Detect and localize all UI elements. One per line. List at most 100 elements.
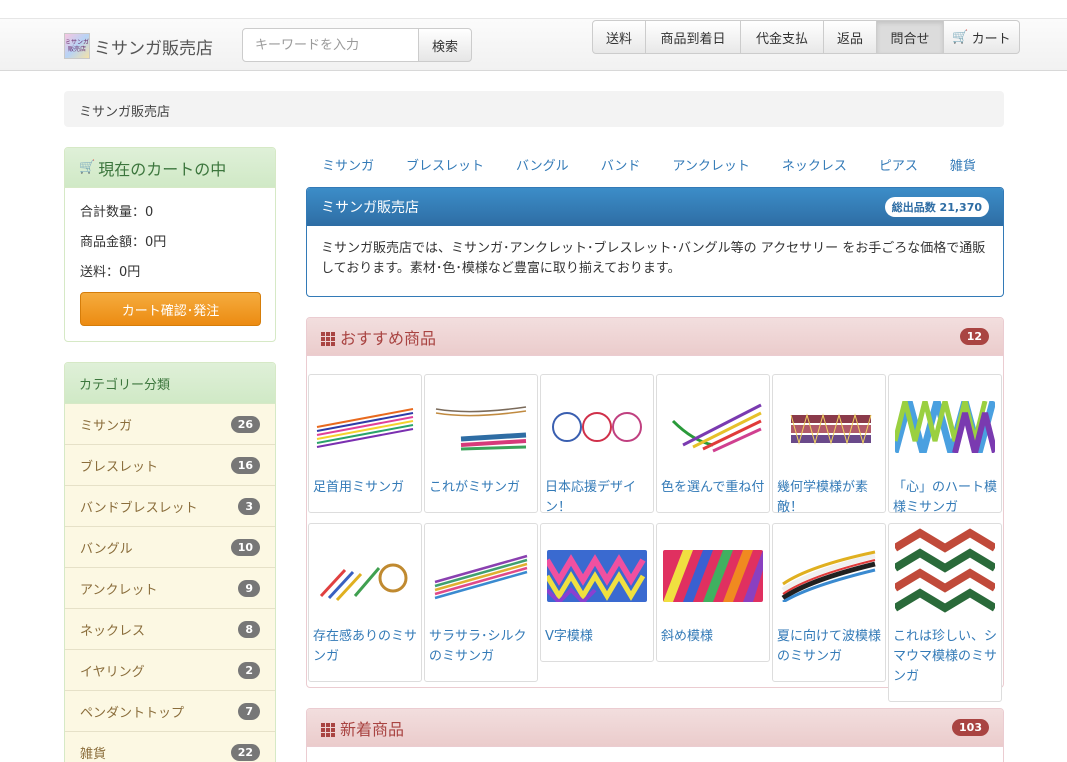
product-name[interactable]: これは珍しい、シマウマ模様のミサンガ: [893, 627, 999, 687]
category-item-necklace[interactable]: ネックレス 8: [65, 609, 275, 650]
product-name[interactable]: 幾何学模様が素敵！: [777, 478, 883, 518]
category-panel: カテゴリー分類 ミサンガ 26 ブレスレット 16 バンドブレスレット 3 バングル 1…: [64, 362, 276, 762]
product-image[interactable]: [545, 379, 649, 474]
th-grid-icon: [321, 332, 335, 346]
product-name[interactable]: 「心」のハート模様ミサンガ: [893, 478, 999, 518]
product-image[interactable]: [893, 379, 997, 474]
product-tile[interactable]: 斜め模様: [656, 523, 770, 662]
category-count-badge: 2: [238, 661, 260, 679]
category-label: ブレスレット: [80, 459, 159, 475]
catnav-necklace-link[interactable]: ネックレス: [766, 157, 863, 177]
cart-panel: 🛒 現在のカートの中 合計数量：0 商品金額：0円 送料：0円 カート確認･発注: [64, 147, 276, 342]
top-strip: [0, 0, 1067, 19]
product-tile[interactable]: これは珍しい、シマウマ模様のミサンガ: [888, 523, 1002, 702]
search-input[interactable]: [242, 28, 419, 62]
category-item-bracelet[interactable]: ブレスレット 16: [65, 445, 275, 486]
recommended-title: おすすめ商品: [340, 328, 437, 348]
product-tile[interactable]: サラサラ･シルクのミサンガ: [424, 523, 538, 682]
product-name[interactable]: これがミサンガ: [429, 478, 535, 498]
cart-icon: 🛒: [79, 160, 96, 175]
product-image[interactable]: [545, 528, 649, 623]
cart-shipping: 送料：0円: [80, 265, 141, 280]
product-name[interactable]: 夏に向けて波模様のミサンガ: [777, 627, 883, 667]
category-item-misanga[interactable]: ミサンガ 26: [65, 404, 275, 445]
product-tile[interactable]: 幾何学模様が素敵！: [772, 374, 886, 515]
category-label: バンドブレスレット: [80, 500, 198, 516]
category-count-badge: 3: [238, 497, 260, 515]
catnav-misanga-link[interactable]: ミサンガ: [306, 157, 390, 177]
product-tile[interactable]: 夏に向けて波模様のミサンガ: [772, 523, 886, 682]
product-image[interactable]: [661, 379, 765, 474]
nav-cart-label: カート: [971, 31, 1011, 47]
nav-shipping-button[interactable]: 送料: [592, 20, 646, 54]
category-item-goods[interactable]: 雑貨 22: [65, 732, 275, 762]
category-item-anklet[interactable]: アンクレット 9: [65, 568, 275, 609]
nav-cart-button[interactable]: 🛒 カート: [944, 20, 1020, 54]
cart-amount: 商品金額：0円: [80, 235, 167, 250]
category-count-badge: 10: [230, 538, 260, 556]
catnav-pierce-link[interactable]: ピアス: [863, 157, 934, 177]
catnav-bangle-link[interactable]: バングル: [500, 157, 585, 177]
recommended-count-badge: 12: [959, 328, 989, 345]
product-name[interactable]: 足首用ミサンガ: [313, 478, 419, 498]
new-items-title: 新着商品: [340, 719, 405, 739]
product-image[interactable]: [429, 528, 533, 623]
product-tile[interactable]: 存在感ありのミサンガ: [308, 523, 422, 682]
brand[interactable]: ミサンガ 販売店 ミサンガ販売店: [64, 32, 213, 60]
product-tile[interactable]: 足首用ミサンガ: [308, 374, 422, 513]
product-image[interactable]: [777, 528, 881, 623]
product-tile[interactable]: 「心」のハート模様ミサンガ: [888, 374, 1002, 515]
category-item-band-bracelet[interactable]: バンドブレスレット 3: [65, 486, 275, 527]
cart-panel-heading: 🛒 現在のカートの中: [65, 148, 275, 188]
nav-payment-button[interactable]: 代金支払: [741, 20, 824, 54]
product-name[interactable]: 色を選んで重ね付: [661, 478, 767, 498]
product-image[interactable]: [893, 528, 997, 623]
cart-panel-title: 現在のカートの中: [98, 159, 227, 179]
new-items-panel: 新着商品 103: [306, 708, 1004, 762]
product-name[interactable]: サラサラ･シルクのミサンガ: [429, 627, 535, 667]
product-image[interactable]: [313, 528, 417, 623]
product-tile[interactable]: 色を選んで重ね付: [656, 374, 770, 513]
cart-quantity: 合計数量：0: [80, 205, 154, 220]
product-image[interactable]: [313, 379, 417, 474]
product-name[interactable]: 日本応援デザイン！: [545, 478, 651, 518]
category-label: 雑貨: [80, 746, 107, 762]
product-name[interactable]: 斜め模様: [661, 627, 767, 647]
product-name[interactable]: 存在感ありのミサンガ: [313, 627, 419, 667]
category-item-earring[interactable]: イヤリング 2: [65, 650, 275, 691]
breadcrumb: ミサンガ販売店: [64, 91, 1004, 127]
navbar: ミサンガ 販売店 ミサンガ販売店 検索 送料 商品到着日 代金支払 返品 問合せ…: [0, 0, 1067, 71]
product-image[interactable]: [777, 379, 881, 474]
product-name[interactable]: V字模様: [545, 627, 651, 647]
product-tile[interactable]: 日本応援デザイン！: [540, 374, 654, 515]
product-image[interactable]: [661, 528, 765, 623]
nav-button-group: 送料 商品到着日 代金支払 返品 問合せ 🛒 カート: [592, 20, 1020, 54]
nav-contact-button[interactable]: 問合せ: [877, 20, 944, 54]
cart-checkout-button[interactable]: カート確認･発注: [80, 292, 261, 326]
catnav-band-link[interactable]: バンド: [585, 157, 657, 177]
category-label: ネックレス: [80, 623, 146, 639]
catnav-anklet-link[interactable]: アンクレット: [656, 157, 765, 177]
category-count-badge: 22: [230, 743, 260, 761]
catnav-bracelet-link[interactable]: ブレスレット: [390, 157, 500, 177]
product-tile[interactable]: これがミサンガ: [424, 374, 538, 513]
th-grid-icon: [321, 723, 335, 737]
category-item-pendant[interactable]: ペンダントトップ 7: [65, 691, 275, 732]
category-item-bangle[interactable]: バングル 10: [65, 527, 275, 568]
shop-info-title: ミサンガ販売店: [321, 200, 419, 216]
brand-name[interactable]: ミサンガ販売店: [94, 34, 213, 59]
nav-return-button[interactable]: 返品: [824, 20, 877, 54]
cart-icon: 🛒: [952, 29, 969, 45]
nav-arrival-button[interactable]: 商品到着日: [646, 20, 741, 54]
brand-logo: ミサンガ 販売店: [64, 33, 90, 59]
product-tile[interactable]: V字模様: [540, 523, 654, 662]
search-button[interactable]: 検索: [418, 28, 472, 62]
catnav-goods-link[interactable]: 雑貨: [934, 157, 992, 177]
category-label: ミサンガ: [80, 418, 133, 434]
category-count-badge: 7: [238, 702, 260, 720]
shop-info-body: ミサンガ販売店では、ミサンガ･アンクレット･ブレスレット･バングル等の アクセサ…: [321, 241, 986, 276]
category-count-badge: 26: [230, 415, 260, 433]
category-label: イヤリング: [80, 664, 145, 680]
new-items-count-badge: 103: [952, 719, 989, 736]
product-image[interactable]: [429, 379, 533, 474]
